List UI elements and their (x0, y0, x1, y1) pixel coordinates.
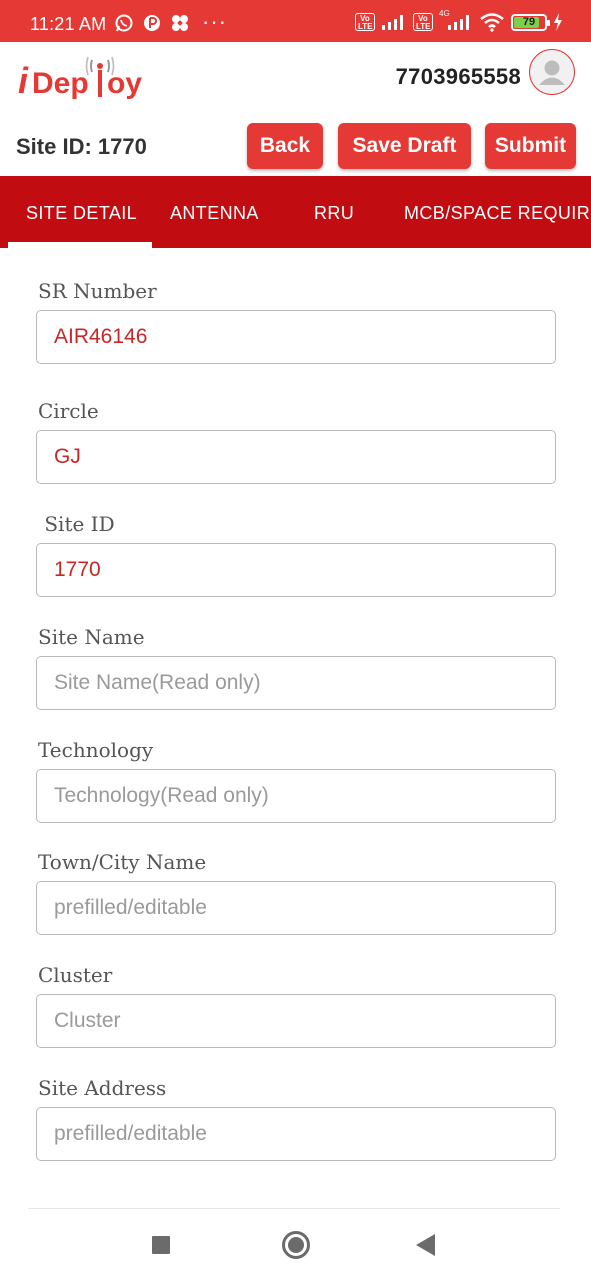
site-name-label: Site Name (38, 625, 145, 649)
back-icon[interactable] (416, 1234, 435, 1256)
battery-level: 79 (522, 15, 536, 28)
site-address-placeholder: prefilled/editable (54, 1122, 207, 1145)
svg-text:i: i (18, 60, 29, 101)
signal-4g-icon: 4G (439, 9, 473, 31)
signal-bars-icon (448, 15, 469, 30)
back-button[interactable]: Back (247, 123, 323, 169)
technology-placeholder: Technology(Read only) (54, 784, 269, 807)
circle-field[interactable]: GJ (36, 430, 556, 484)
tab-site-detail[interactable]: SITE DETAIL (26, 203, 137, 224)
site-id-field[interactable]: 1770 (36, 543, 556, 597)
tab-bar: SITE DETAIL ANTENNA RRU MCB/SPACE REQUIR (0, 176, 591, 248)
svg-text:Dep: Dep (32, 67, 89, 100)
nav-divider (28, 1208, 560, 1209)
site-id-value: 1770 (54, 558, 101, 581)
charging-icon (554, 13, 562, 31)
idploy-logo: i Dep oy (18, 56, 142, 101)
site-address-field[interactable]: prefilled/editable (36, 1107, 556, 1161)
cluster-field[interactable]: Cluster (36, 994, 556, 1048)
site-name-placeholder: Site Name(Read only) (54, 671, 261, 694)
notification-icons (114, 13, 190, 33)
signal-icon (382, 15, 403, 30)
save-draft-button[interactable]: Save Draft (338, 123, 471, 169)
volte-icon: Vo LTE (355, 13, 375, 31)
sr-number-label: SR Number (38, 279, 157, 303)
recents-icon[interactable] (152, 1236, 170, 1254)
system-icons: Vo LTE Vo LTE 4G 79 (355, 9, 563, 32)
circle-value: GJ (54, 445, 81, 468)
submit-button[interactable]: Submit (485, 123, 576, 169)
app-header: i Dep oy 7703965558 (0, 42, 591, 112)
user-phone-number: 7703965558 (395, 64, 521, 89)
site-id-label: Site ID (38, 512, 115, 536)
home-icon[interactable] (282, 1231, 310, 1259)
town-city-placeholder: prefilled/editable (54, 896, 207, 919)
cluster-placeholder: Cluster (54, 1009, 121, 1032)
more-notifications-icon: ··· (202, 9, 227, 34)
avatar[interactable] (529, 49, 575, 95)
town-city-label: Town/City Name (38, 850, 207, 874)
wifi-icon (480, 13, 504, 32)
svg-text:oy: oy (107, 67, 142, 100)
pocket-icon (144, 15, 160, 31)
site-address-label: Site Address (38, 1076, 167, 1100)
status-bar: 11:21 AM ··· Vo LTE Vo LTE 4G 79 (0, 0, 591, 42)
clock: 11:21 AM (30, 14, 107, 34)
cluster-label: Cluster (38, 963, 113, 987)
town-city-field[interactable]: prefilled/editable (36, 881, 556, 935)
sr-number-field[interactable]: AIR46146 (36, 310, 556, 364)
action-bar: Site ID: 1770 Back Save Draft Submit (0, 112, 591, 176)
volte-icon: Vo LTE (413, 13, 433, 31)
technology-field[interactable]: Technology(Read only) (36, 769, 556, 823)
active-tab-indicator (8, 242, 152, 248)
user-avatar-icon (539, 60, 565, 85)
whatsapp-icon (115, 14, 133, 32)
fan-icon (172, 15, 188, 31)
site-name-field[interactable]: Site Name(Read only) (36, 656, 556, 710)
sr-number-value: AIR46146 (54, 325, 148, 348)
tab-antenna[interactable]: ANTENNA (170, 203, 259, 224)
tab-rru[interactable]: RRU (314, 203, 354, 224)
tab-mcb-space-requirement[interactable]: MCB/SPACE REQUIR (404, 203, 590, 224)
technology-label: Technology (38, 738, 154, 762)
circle-label: Circle (38, 399, 99, 423)
site-id-heading: Site ID: 1770 (16, 134, 147, 159)
home-icon-center (288, 1237, 304, 1253)
battery-icon: 79 (511, 13, 550, 31)
